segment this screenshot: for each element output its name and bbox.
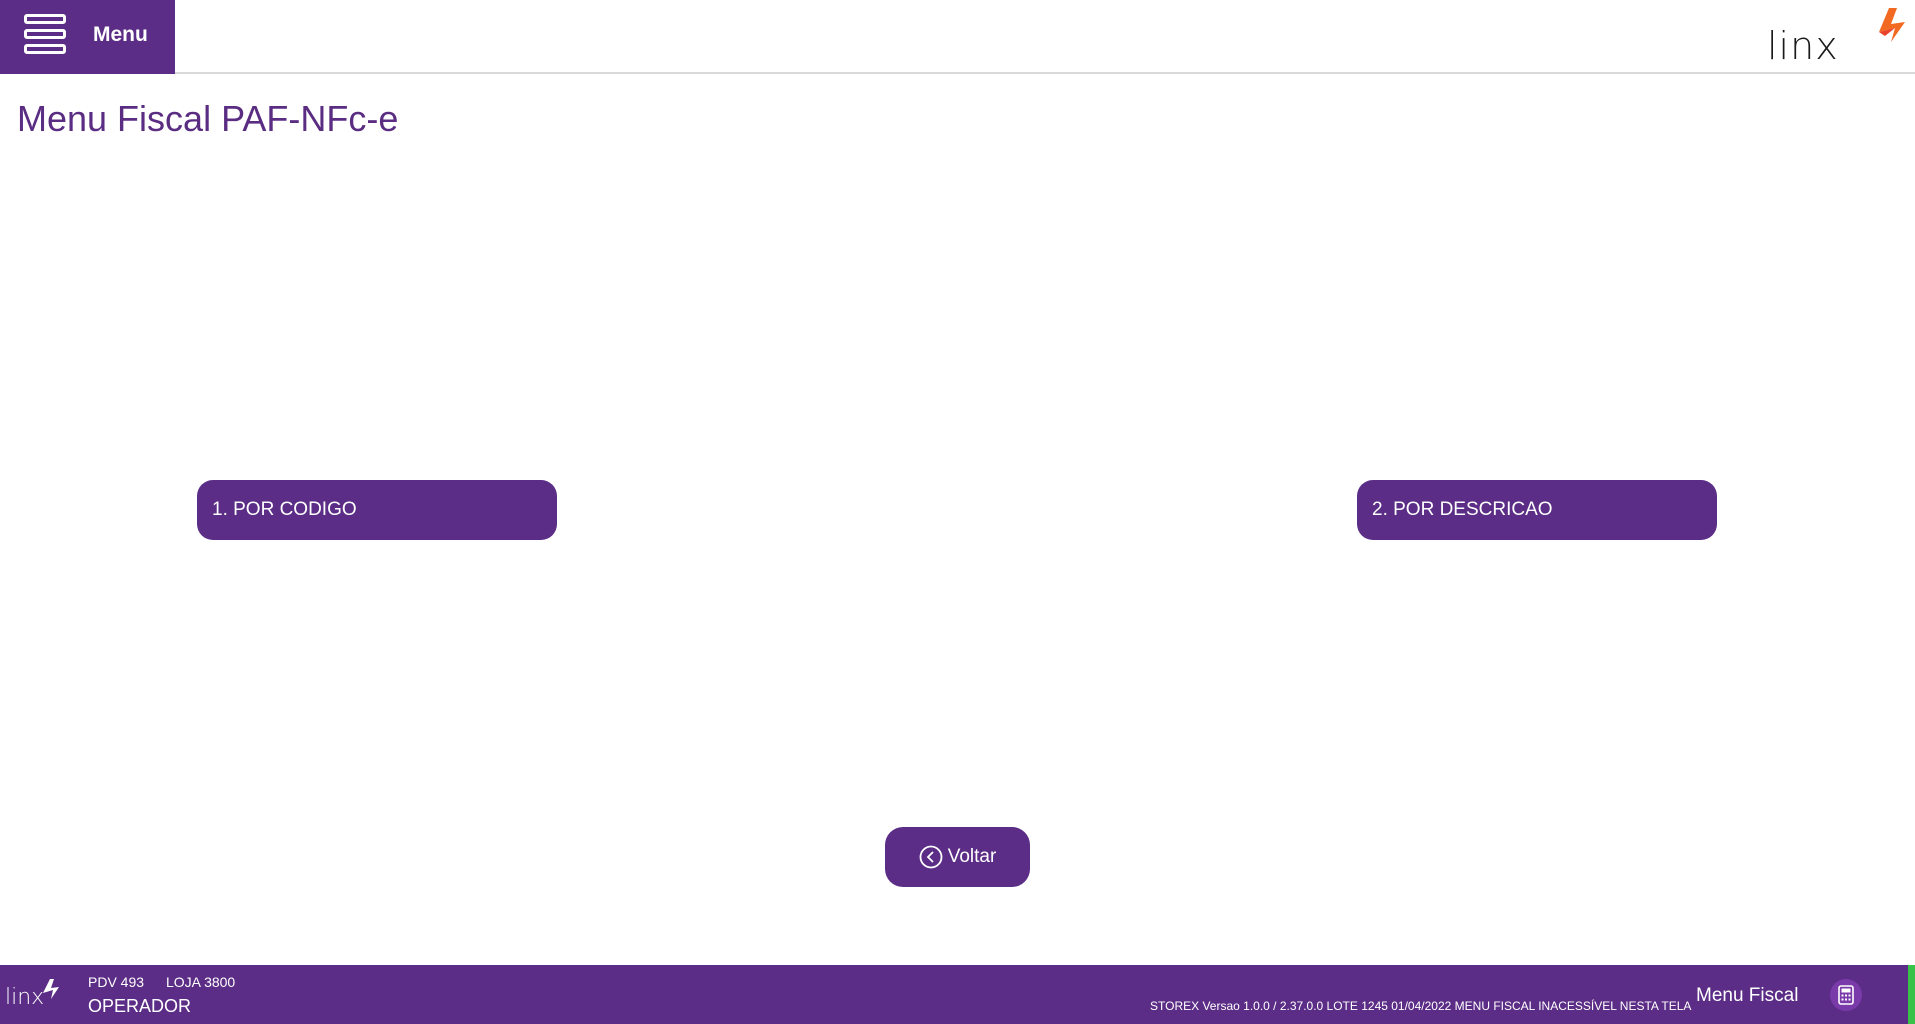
voltar-label: Voltar (947, 846, 997, 867)
connection-status-indicator (1908, 965, 1915, 1024)
por-descricao-button[interactable]: 2. POR DESCRICAO (1357, 480, 1717, 540)
chevron-left-circle-icon (919, 845, 943, 869)
page-title: Menu Fiscal PAF-NFc-e (17, 98, 399, 139)
version-status-text: STOREX Versao 1.0.0 / 2.37.0.0 LOTE 1245… (1150, 999, 1692, 1013)
terminal-info: PDV 493 LOJA 3800 (88, 974, 253, 990)
status-bar: linx PDV 493 LOJA 3800 OPERADOR STOREX V… (0, 965, 1915, 1024)
por-codigo-button[interactable]: 1. POR CODIGO (197, 480, 557, 540)
calculator-button[interactable] (1830, 979, 1862, 1011)
menu-label: Menu (93, 23, 148, 46)
hamburger-icon (24, 14, 66, 54)
linx-logo: linx (1767, 2, 1907, 72)
current-screen-name: Menu Fiscal (1696, 985, 1799, 1006)
menu-button[interactable]: Menu (0, 0, 175, 74)
loja-label: LOJA 3800 (165, 974, 236, 990)
top-bar: Menu linx (0, 0, 1915, 74)
footer-logo-star-icon (43, 979, 59, 999)
pdv-label: PDV 493 (88, 974, 145, 990)
operator-name: OPERADOR (88, 996, 192, 1016)
logo-star-icon (1879, 8, 1905, 42)
voltar-button[interactable]: Voltar (885, 827, 1030, 887)
footer-linx-logo: linx (5, 975, 60, 1015)
calculator-icon (1838, 985, 1854, 1005)
